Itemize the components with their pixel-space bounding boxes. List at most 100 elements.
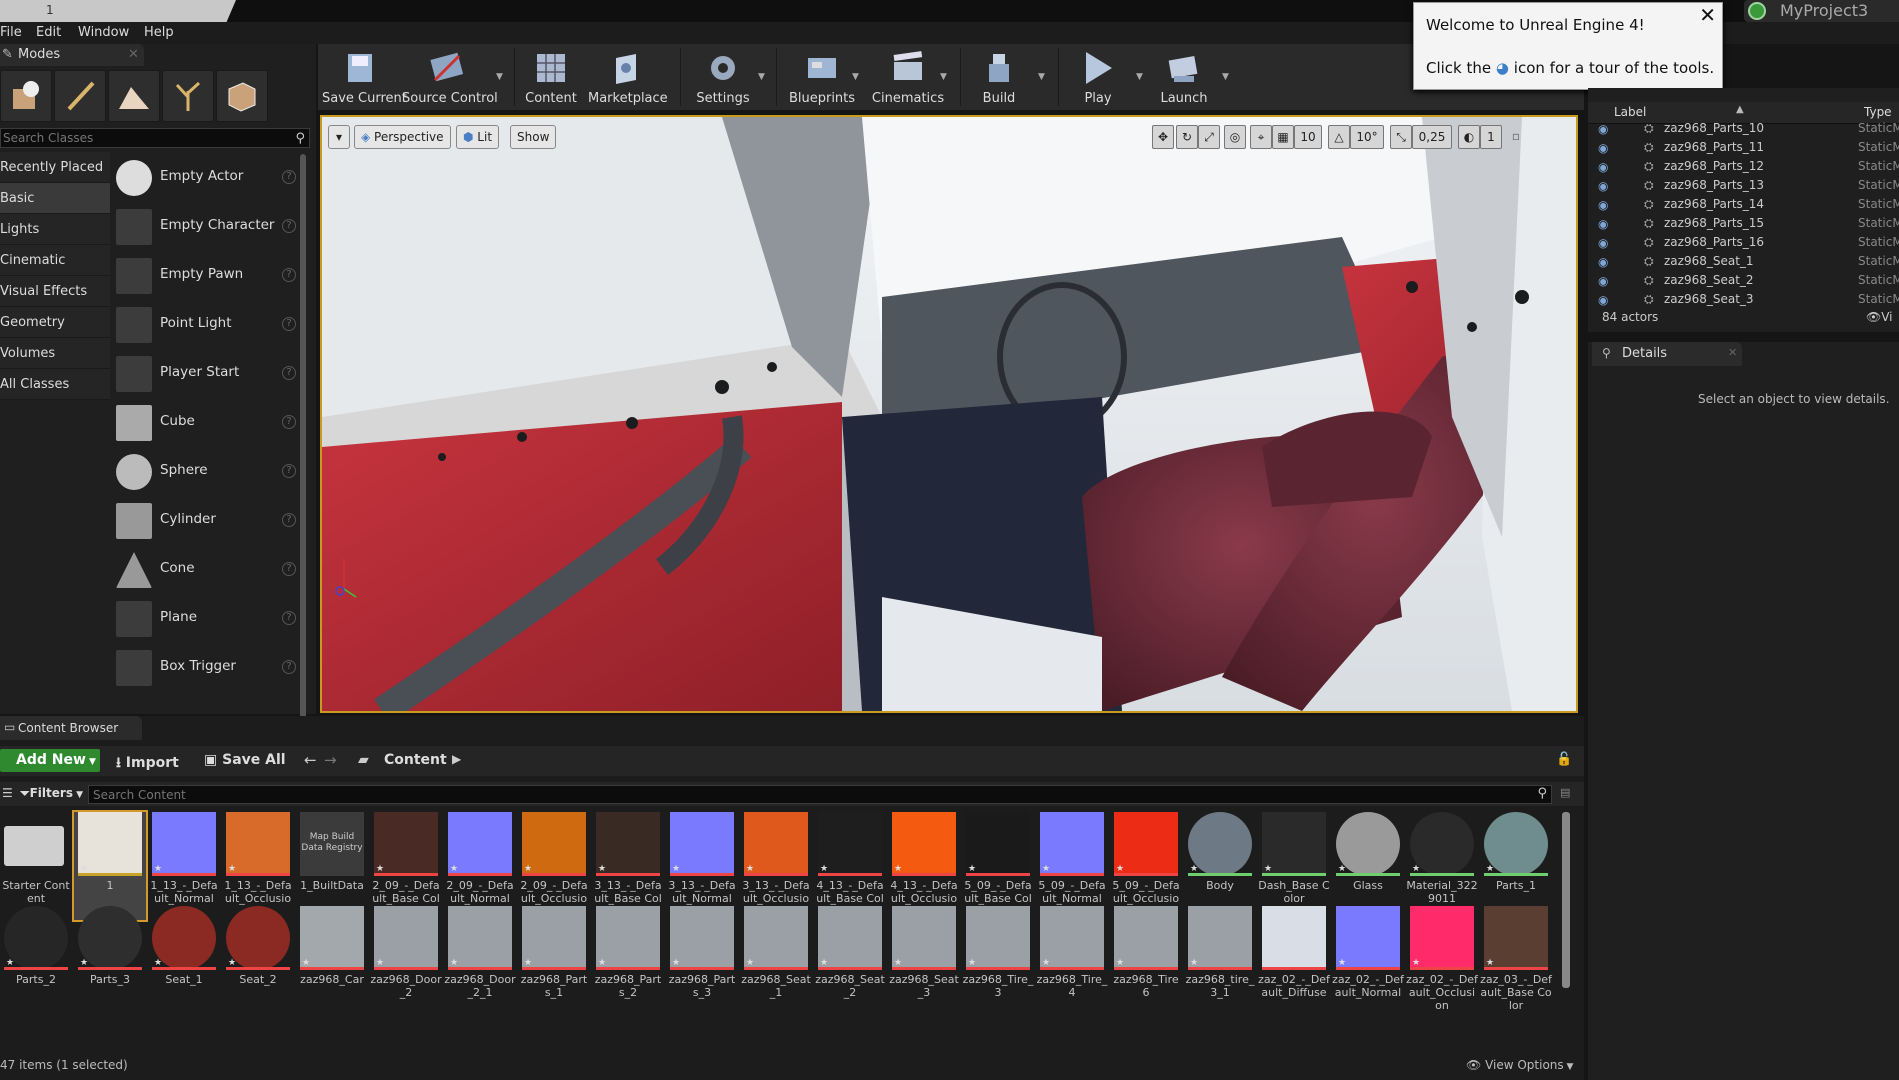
asset-tile[interactable]: ★ zaz968_tire_3_1: [1184, 906, 1256, 1014]
close-icon[interactable]: ✕: [1699, 3, 1716, 27]
place-item[interactable]: Player Start?: [114, 350, 296, 399]
place-item[interactable]: Cone?: [114, 546, 296, 595]
path-breadcrumb-content[interactable]: Content: [384, 752, 447, 768]
help-icon[interactable]: ?: [282, 366, 296, 380]
asset-tile[interactable]: ★ 1: [72, 810, 148, 922]
asset-tile[interactable]: ★ Seat_2: [222, 906, 294, 1014]
place-mode-button[interactable]: [0, 70, 52, 122]
translate-tool-icon[interactable]: ✥: [1152, 125, 1174, 149]
asset-tile[interactable]: ★ zaz968_Parts_3: [666, 906, 738, 1014]
help-icon[interactable]: ?: [282, 513, 296, 527]
asset-tile[interactable]: ★ zaz_02_-_Default_Diffuse: [1258, 906, 1330, 1014]
world-local-icon[interactable]: ◎: [1224, 125, 1246, 149]
viewport-options-dropdown[interactable]: ▾: [328, 125, 350, 149]
asset-tile[interactable]: ★ Parts_3: [74, 906, 146, 1014]
category-cinematic[interactable]: Cinematic: [0, 245, 110, 276]
rotation-snap-value[interactable]: 10°: [1350, 125, 1384, 149]
menu-window[interactable]: Window: [78, 25, 129, 40]
modes-tab[interactable]: ✎ Modes ✕: [0, 44, 144, 66]
place-item[interactable]: Empty Character?: [114, 203, 296, 252]
asset-tile[interactable]: ★ zaz968_Door_2_1: [444, 906, 516, 1014]
place-item[interactable]: Empty Pawn?: [114, 252, 296, 301]
chevron-down-icon[interactable]: ▼: [852, 72, 859, 82]
asset-tile[interactable]: Map Build Data Registry 1_BuiltData: [296, 812, 368, 920]
view-options-button[interactable]: 👁 View Options ▼: [1466, 1058, 1573, 1072]
type-column-header[interactable]: Type: [1864, 105, 1892, 119]
outliner-row[interactable]: ◉ ⛭ zaz968_Parts_12 StaticM: [1588, 158, 1899, 177]
lock-icon[interactable]: 🔓: [1556, 752, 1572, 767]
asset-tile[interactable]: ★2_09_-_Default_Base Color: [370, 812, 442, 920]
asset-tile[interactable]: ★ zaz968_Parts_2: [592, 906, 664, 1014]
details-tab[interactable]: ⚲ Details ✕: [1592, 342, 1742, 366]
marketplace-button[interactable]: Marketplace: [588, 46, 668, 108]
chevron-down-icon[interactable]: ▼: [1222, 72, 1229, 82]
save-current-button[interactable]: Save Current: [322, 46, 407, 108]
asset-tile[interactable]: ★4_13_-_Default_Base Color: [814, 812, 886, 920]
asset-tile[interactable]: ★ Material_3229011: [1406, 812, 1478, 920]
eye-icon[interactable]: ◉: [1598, 122, 1608, 136]
sort-ascending-icon[interactable]: ▲: [1736, 104, 1744, 115]
chevron-down-icon[interactable]: ▼: [940, 72, 947, 82]
level-viewport[interactable]: ▾ ◈ Perspective ⬢ Lit Show ✥ ↻ ⤢ ◎ ⌖ ▦ 1…: [320, 115, 1578, 713]
asset-tile[interactable]: ★ zaz968_Seat_3: [888, 906, 960, 1014]
maximize-icon[interactable]: ▫: [1508, 125, 1524, 149]
show-button[interactable]: Show: [510, 125, 557, 149]
asset-tile[interactable]: ★ zaz_02_-_Default_Normal: [1332, 906, 1404, 1014]
chevron-down-icon[interactable]: ▼: [758, 72, 765, 82]
chevron-right-icon[interactable]: ▶: [452, 752, 461, 766]
category-geometry[interactable]: Geometry: [0, 307, 110, 338]
search-icon[interactable]: ⚲: [1537, 786, 1547, 801]
asset-tile[interactable]: ★ Body: [1184, 812, 1256, 920]
asset-tile[interactable]: ★ zaz968_Tire_4: [1036, 906, 1108, 1014]
place-item[interactable]: Empty Actor?: [114, 154, 296, 203]
outliner-row[interactable]: ◉ ⛭ zaz968_Parts_14 StaticM: [1588, 196, 1899, 215]
asset-tile[interactable]: ★ zaz_02_-_Default_Occlusion: [1406, 906, 1478, 1014]
foliage-mode-button[interactable]: [162, 70, 214, 122]
close-icon[interactable]: ✕: [128, 47, 139, 62]
forward-arrow-icon[interactable]: →: [324, 751, 337, 769]
viewport-scene[interactable]: [322, 117, 1576, 711]
grid-snap-icon[interactable]: ▦: [1272, 125, 1294, 149]
eye-icon[interactable]: ◉: [1598, 141, 1608, 155]
help-icon[interactable]: ?: [282, 415, 296, 429]
level-tab[interactable]: 1: [0, 0, 236, 22]
help-icon[interactable]: ?: [282, 660, 296, 674]
help-icon[interactable]: ?: [282, 268, 296, 282]
asset-tile[interactable]: ★ Seat_1: [148, 906, 220, 1014]
outliner-row[interactable]: ◉ ⛭ zaz968_Seat_2 StaticM: [1588, 272, 1899, 291]
asset-tile[interactable]: ★ zaz968_Seat_1: [740, 906, 812, 1014]
place-item[interactable]: Sphere?: [114, 448, 296, 497]
chevron-down-icon[interactable]: ▼: [1136, 72, 1143, 82]
filters-button[interactable]: ⏷Filters ▼: [20, 786, 83, 801]
asset-tile[interactable]: ★ zaz968_Parts_1: [518, 906, 590, 1014]
menu-edit[interactable]: Edit: [36, 25, 61, 40]
outliner-row[interactable]: ◉ ⛭ zaz968_Parts_10 StaticM: [1588, 120, 1899, 139]
outliner-row[interactable]: ◉ ⛭ zaz968_Seat_1 StaticM: [1588, 253, 1899, 272]
category-visual-effects[interactable]: Visual Effects: [0, 276, 110, 307]
asset-tile[interactable]: ★ 3_13_-_Default_Normal: [666, 812, 738, 920]
eye-icon[interactable]: ◉: [1598, 179, 1608, 193]
outliner-row[interactable]: ◉ ⛭ zaz968_Parts_15 StaticM: [1588, 215, 1899, 234]
geometry-mode-button[interactable]: [216, 70, 268, 122]
asset-tile[interactable]: ★ Parts_1: [1480, 812, 1552, 920]
help-icon[interactable]: ?: [282, 317, 296, 331]
scale-tool-icon[interactable]: ⤢: [1198, 125, 1220, 149]
asset-tile[interactable]: ★ Dash_Base Color: [1258, 812, 1330, 920]
settings-button[interactable]: Settings: [686, 46, 760, 108]
surface-snap-icon[interactable]: ⌖: [1250, 125, 1272, 149]
place-item[interactable]: Box Trigger?: [114, 644, 296, 693]
place-item[interactable]: Plane?: [114, 595, 296, 644]
rotation-snap-icon[interactable]: △: [1328, 125, 1350, 149]
asset-tile[interactable]: ★ 1_13_-_Default_Normal: [148, 812, 220, 920]
asset-tile[interactable]: ★ 2_09_-_Default_Normal: [444, 812, 516, 920]
label-column-header[interactable]: Label: [1614, 105, 1646, 119]
grid-snap-value[interactable]: 10: [1294, 125, 1322, 149]
eye-icon[interactable]: ◉: [1598, 293, 1608, 307]
search-icon[interactable]: ⚲: [295, 131, 305, 146]
help-icon[interactable]: ?: [282, 170, 296, 184]
search-content-input[interactable]: [89, 786, 1489, 803]
save-search-icon[interactable]: ▤: [1560, 786, 1570, 799]
asset-tile[interactable]: ★ zaz968_Seat_2: [814, 906, 886, 1014]
asset-tile[interactable]: ★ Glass: [1332, 812, 1404, 920]
perspective-button[interactable]: ◈ Perspective: [354, 125, 451, 149]
